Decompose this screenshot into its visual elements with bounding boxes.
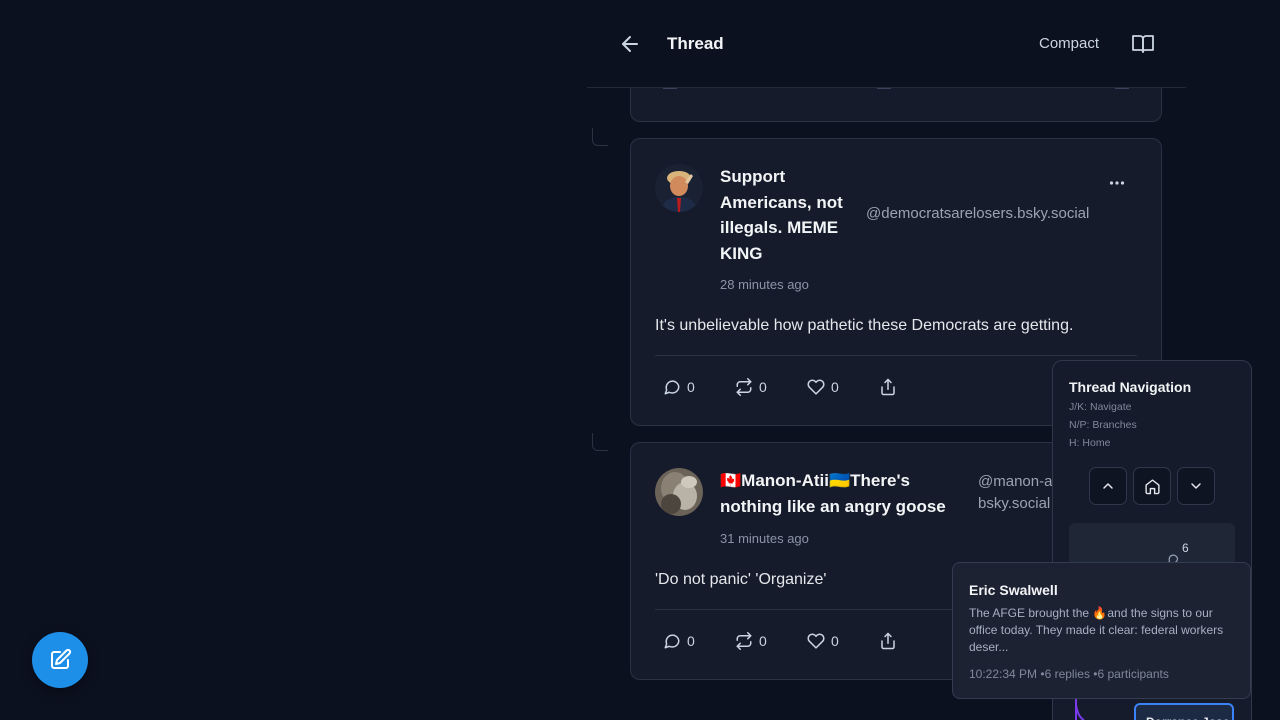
post-actions: 0 0 0 (663, 378, 897, 396)
comment-icon (664, 380, 680, 395)
share-button[interactable] (879, 378, 897, 396)
tooltip-author: Eric Swalwell (969, 582, 1058, 598)
nav-hint-navigate: J/K: Navigate (1069, 401, 1132, 413)
thread-connector (592, 433, 608, 451)
share-icon (881, 378, 895, 396)
like-button[interactable]: 0 (807, 378, 879, 396)
avatar[interactable] (655, 164, 703, 212)
nav-panel-title: Thread Navigation (1069, 379, 1192, 395)
graph-node-chip[interactable]: Dorrance Jose (1134, 703, 1234, 720)
like-count: 0 (831, 379, 839, 395)
nav-hint-branches: N/P: Branches (1069, 419, 1137, 431)
more-options-icon[interactable] (1109, 175, 1125, 191)
page-title: Thread (667, 34, 724, 53)
repost-icon (736, 632, 752, 650)
author-handle[interactable]: @democratsarelosers.bsky.social (866, 203, 1089, 225)
home-icon (1144, 478, 1160, 494)
book-icon[interactable] (1131, 32, 1155, 56)
chevron-up-icon (1103, 483, 1113, 489)
nav-up-button[interactable] (1089, 467, 1127, 505)
chevron-down-icon (1191, 483, 1201, 489)
nav-home-button[interactable] (1133, 467, 1171, 505)
compact-toggle-button[interactable]: Compact (1039, 35, 1099, 52)
post-preview-tooltip: Eric Swalwell The AFGE brought the 🔥and … (952, 562, 1251, 699)
tooltip-meta: 10:22:34 PM •6 replies •6 participants (969, 667, 1169, 681)
tooltip-text: The AFGE brought the 🔥and the signs to o… (969, 606, 1224, 654)
comment-icon (664, 634, 680, 649)
heart-icon (807, 379, 825, 395)
author-name[interactable]: 🇨🇦Manon-Atii🇺🇦There's nothing like an an… (720, 468, 970, 519)
compose-button[interactable] (32, 632, 88, 688)
divider (655, 355, 1137, 356)
like-count: 0 (831, 633, 839, 649)
nav-hint-home: H: Home (1069, 437, 1111, 449)
thread-connector (592, 128, 608, 146)
reply-button[interactable]: 0 (663, 378, 735, 396)
reply-count: 0 (687, 379, 695, 395)
reply-count: 0 (687, 633, 695, 649)
repost-icon (736, 378, 752, 396)
post-timestamp[interactable]: 31 minutes ago (720, 531, 809, 546)
heart-icon (807, 633, 825, 649)
post-text: 'Do not panic' 'Organize' (655, 571, 827, 588)
repost-count: 0 (759, 633, 767, 649)
share-icon (881, 632, 895, 650)
repost-count: 0 (759, 379, 767, 395)
share-button[interactable] (879, 632, 897, 650)
post-timestamp[interactable]: 28 minutes ago (720, 277, 809, 292)
nav-down-button[interactable] (1177, 467, 1215, 505)
compose-icon (51, 648, 72, 669)
author-name[interactable]: Support Americans, not illegals. MEME KI… (720, 164, 860, 266)
back-arrow-icon[interactable] (617, 32, 643, 56)
post-text: It's unbelievable how pathetic these Dem… (655, 317, 1074, 334)
repost-button[interactable]: 0 (735, 378, 807, 396)
avatar[interactable] (655, 468, 703, 516)
like-button[interactable]: 0 (807, 632, 879, 650)
minimap-reply-count: 6 (1182, 541, 1189, 555)
reply-button[interactable]: 0 (663, 632, 735, 650)
post-actions: 0 0 0 (663, 632, 897, 650)
repost-button[interactable]: 0 (735, 632, 807, 650)
thread-header: Thread Compact (587, 0, 1186, 88)
